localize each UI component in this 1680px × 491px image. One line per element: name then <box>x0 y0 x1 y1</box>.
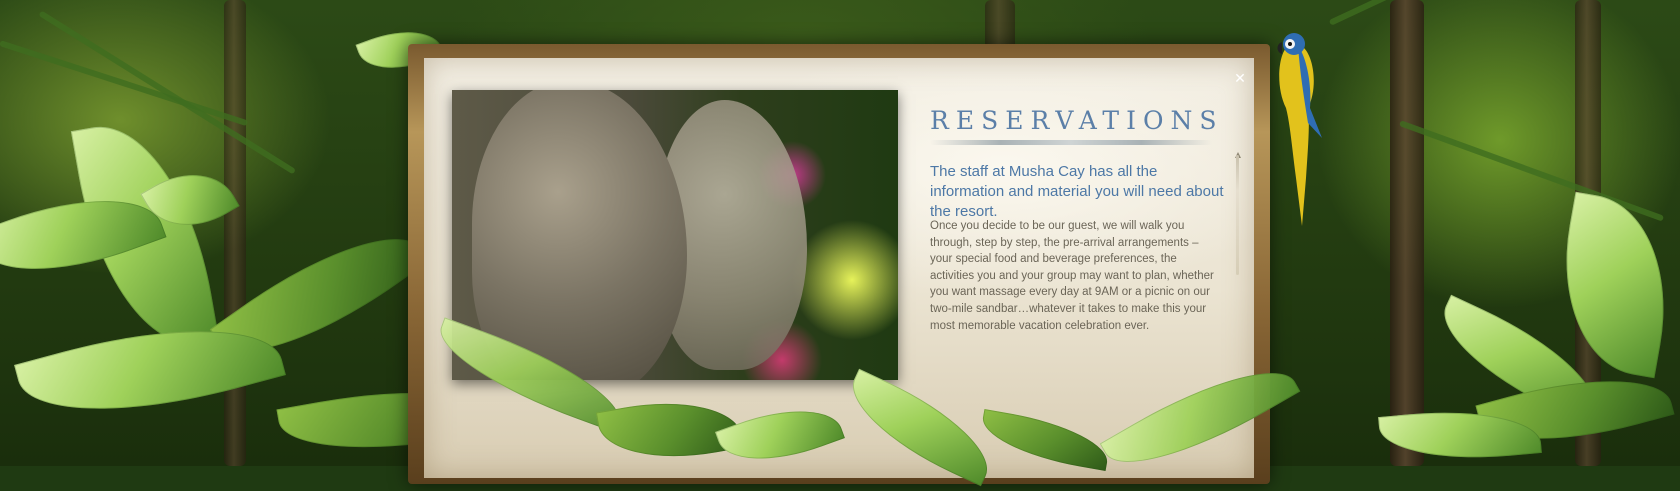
tree-trunk <box>224 0 246 466</box>
palm-frond <box>1328 0 1604 26</box>
page-title: RESERVATIONS <box>930 106 1224 135</box>
body-paragraph: Once you decide to be our guest, we will… <box>930 220 1214 332</box>
statue-photo <box>452 90 898 380</box>
statue-head-front <box>472 90 687 380</box>
tree-trunk <box>1390 0 1424 466</box>
lead-paragraph: The staff at Musha Cay has all the infor… <box>930 163 1224 220</box>
palm-frond <box>0 40 249 127</box>
scrollbar[interactable] <box>1236 155 1239 275</box>
title-divider <box>930 140 1212 145</box>
parrot-icon <box>1277 33 1322 226</box>
palm-frond <box>1398 120 1665 222</box>
close-button[interactable]: ✕ <box>1231 70 1249 88</box>
